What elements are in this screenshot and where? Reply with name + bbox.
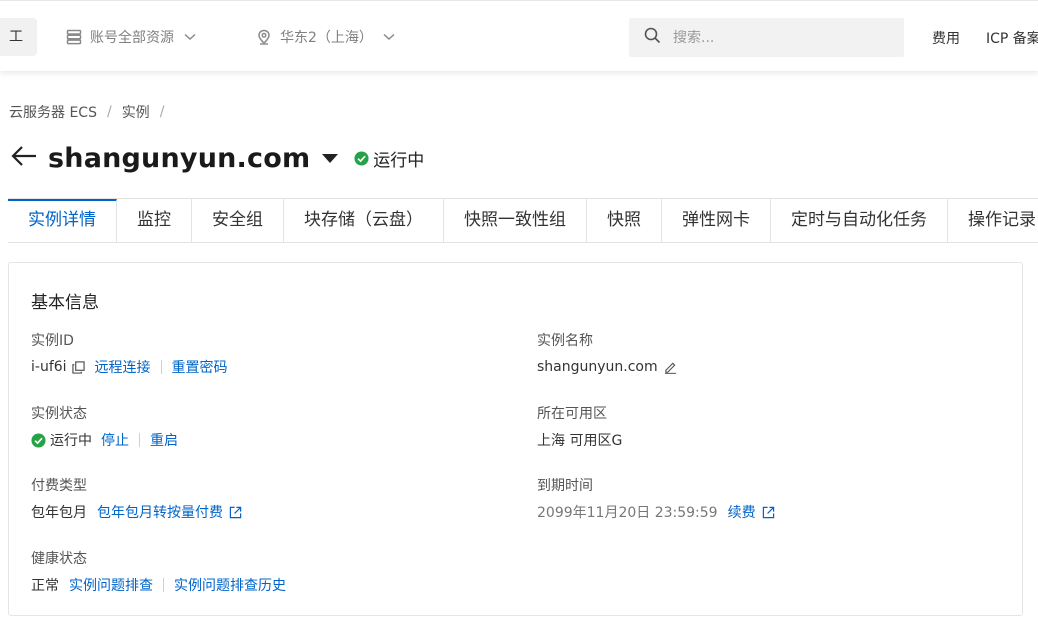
workbench-label: 工作台	[9, 29, 23, 45]
instance-id-field: 实例ID i-uf6i 远程连接 重置密码	[31, 330, 228, 377]
page-title: shangunyun.com	[48, 142, 311, 174]
troubleshoot-link[interactable]: 实例问题排查	[69, 575, 153, 595]
reset-password-link[interactable]: 重置密码	[172, 357, 228, 377]
renew-link[interactable]: 续费	[728, 502, 756, 522]
caret-down-icon[interactable]	[310, 149, 339, 168]
chevron-down-icon	[383, 33, 395, 41]
convert-billing-link[interactable]: 包年包月转按量付费	[97, 502, 223, 522]
search-box[interactable]	[629, 18, 904, 57]
zone-field: 所在可用区 上海 可用区G	[537, 403, 622, 450]
billing-type-field: 付费类型 包年包月 包年包月转按量付费	[31, 475, 242, 522]
expire-time-label: 到期时间	[537, 478, 593, 494]
region-label: 华东2（上海）	[280, 30, 373, 46]
restart-link[interactable]: 重启	[150, 430, 178, 450]
basic-info-card: 基本信息 实例ID i-uf6i 远程连接 重置密码 实例名称 shanguny…	[8, 262, 1023, 616]
page-header: shangunyun.com 运行中	[10, 140, 424, 176]
status-badge: 运行中	[354, 146, 424, 171]
location-pin-icon	[256, 29, 272, 45]
instance-status-value: 运行中	[50, 433, 92, 449]
instance-name-field: 实例名称 shangunyun.com	[537, 330, 677, 377]
instance-status-field: 实例状态 运行中 停止 重启	[31, 403, 178, 450]
tab-snapshot[interactable]: 快照	[587, 199, 662, 242]
instance-name-label: 实例名称	[537, 333, 593, 349]
check-circle-icon	[354, 150, 369, 166]
tab-instance-details[interactable]: 实例详情	[8, 199, 117, 242]
divider	[160, 360, 162, 374]
resource-group-selector[interactable]: 账号全部资源	[66, 25, 196, 49]
tab-elastic-nic[interactable]: 弹性网卡	[662, 199, 771, 242]
status-label: 运行中	[373, 150, 425, 171]
tab-scheduled-tasks[interactable]: 定时与自动化任务	[771, 199, 948, 242]
external-link-icon[interactable]	[762, 504, 775, 520]
divider	[163, 578, 164, 592]
tab-bar: 实例详情 监控 安全组 块存储（云盘） 快照一致性组 快照 弹性网卡 定时与自动…	[8, 198, 1038, 243]
breadcrumb: 云服务器 ECS / 实例 /	[9, 102, 174, 122]
tab-monitoring[interactable]: 监控	[117, 199, 192, 242]
expire-time-value: 2099年11月20日 23:59:59	[537, 505, 718, 521]
instance-id-label: 实例ID	[31, 333, 74, 349]
tab-security-group[interactable]: 安全组	[192, 199, 284, 242]
tab-snapshot-consistency-group[interactable]: 快照一致性组	[444, 199, 587, 242]
instance-id-value: i-uf6i	[31, 359, 67, 375]
workbench-button[interactable]: 工作台	[0, 18, 37, 56]
expire-time-field: 到期时间 2099年11月20日 23:59:59 续费	[537, 475, 775, 522]
health-field: 健康状态 正常 实例问题排查 实例问题排查历史	[31, 548, 286, 595]
external-link-icon[interactable]	[229, 504, 242, 520]
zone-value: 上海 可用区G	[537, 433, 623, 449]
card-title: 基本信息	[31, 293, 99, 313]
zone-label: 所在可用区	[537, 406, 607, 422]
tab-operation-log[interactable]: 操作记录	[948, 199, 1038, 242]
breadcrumb-item-ecs[interactable]: 云服务器 ECS	[9, 102, 97, 122]
tab-block-storage[interactable]: 块存储（云盘）	[284, 199, 444, 242]
search-icon	[629, 27, 661, 48]
server-stack-icon	[66, 29, 82, 45]
fee-link[interactable]: 费用	[932, 28, 960, 48]
search-input[interactable]	[671, 28, 895, 47]
breadcrumb-separator: /	[106, 104, 112, 120]
instance-name-value: shangunyun.com	[537, 359, 658, 375]
health-label: 健康状态	[31, 551, 87, 567]
region-selector[interactable]: 华东2（上海）	[256, 25, 395, 49]
chevron-down-icon	[184, 33, 196, 41]
breadcrumb-separator: /	[159, 104, 165, 120]
remote-connect-link[interactable]: 远程连接	[95, 357, 151, 377]
top-navigation-bar: 工作台 账号全部资源 华东2（上海） 费用 ICP 备案	[0, 0, 1038, 71]
breadcrumb-item-instances[interactable]: 实例	[122, 102, 150, 122]
edit-pencil-icon[interactable]	[664, 359, 677, 375]
divider	[139, 433, 140, 447]
billing-type-value: 包年包月	[31, 505, 87, 521]
back-arrow-icon[interactable]	[10, 144, 48, 172]
instance-status-label: 实例状态	[31, 406, 87, 422]
resource-group-label: 账号全部资源	[90, 30, 174, 46]
check-circle-icon	[31, 432, 46, 448]
icp-link[interactable]: ICP 备案	[986, 28, 1038, 48]
billing-type-label: 付费类型	[31, 478, 87, 494]
troubleshoot-history-link[interactable]: 实例问题排查历史	[174, 575, 286, 595]
health-value: 正常	[31, 578, 59, 594]
stop-link[interactable]: 停止	[101, 430, 129, 450]
copy-icon[interactable]	[71, 359, 85, 375]
